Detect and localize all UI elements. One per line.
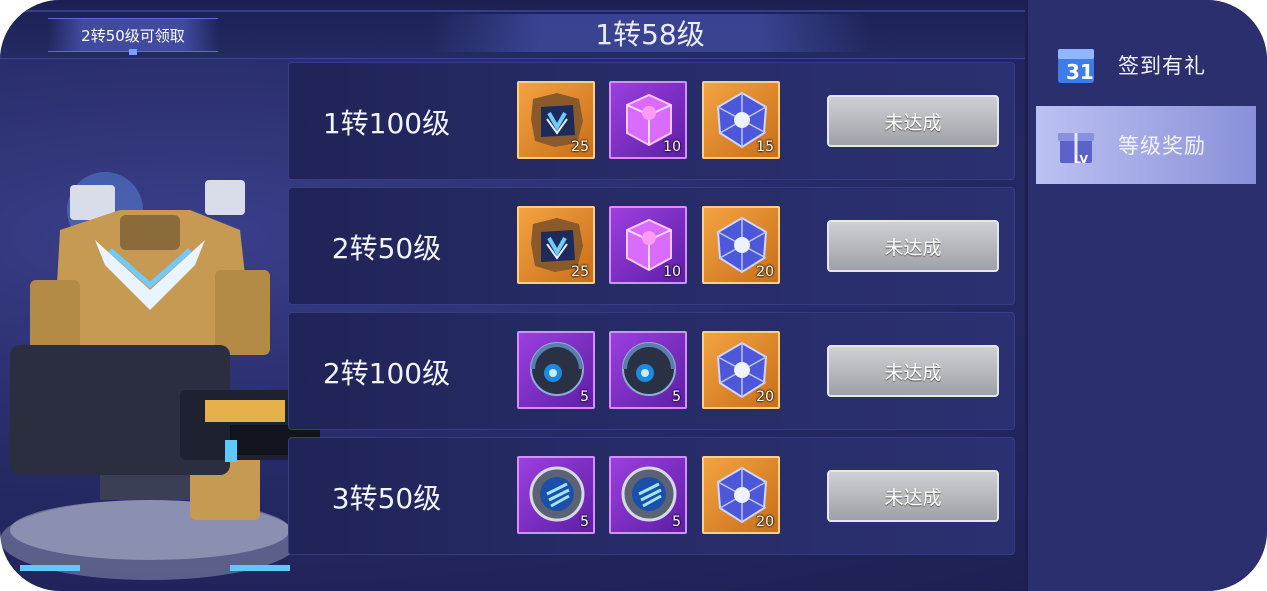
reward-item-slot[interactable]: 20 [702,206,780,284]
calendar-gift-icon: 31 [1058,49,1094,84]
tech-sphere-icon [622,342,676,396]
tech-sphere-icon [530,342,584,396]
reward-list[interactable]: 1转100级 25 10 15 未达成 2转50级 25 10 20 未达成 2转100级 5 5 20 未… [288,62,1015,591]
side-menu-item[interactable]: 31 签到有礼 [1036,26,1256,104]
top-bar: 2转50级可领取 1转58级 [0,0,1025,59]
item-quantity: 25 [571,139,589,155]
level-gift-icon: LV [1058,133,1094,166]
claim-status-button[interactable]: 未达成 [827,220,999,272]
item-quantity: 5 [580,514,589,530]
svg-text:LV: LV [1074,153,1088,166]
reward-level-label: 1转100级 [322,107,451,140]
reward-item-slot[interactable]: 5 [609,456,687,534]
energy-core-icon [621,466,677,522]
top-divider [0,10,1025,12]
reward-item-slot[interactable]: 20 [702,456,780,534]
item-quantity: 5 [672,514,681,530]
item-quantity: 15 [756,139,774,155]
reward-item-slot[interactable]: 15 [702,81,780,159]
item-quantity: 25 [571,264,589,280]
reward-item-slot[interactable]: 5 [517,456,595,534]
item-quantity: 20 [756,514,774,530]
reward-level-label: 2转50级 [331,232,442,265]
reward-item-slot[interactable]: 25 [517,206,595,284]
claim-status-button[interactable]: 未达成 [827,470,999,522]
item-quantity: 20 [756,389,774,405]
game-window: 2转50级可领取 1转58级 1转100级 25 10 15 未达成 2转50级 25 10 2… [0,0,1267,591]
reward-item-slot[interactable]: 25 [517,81,595,159]
side-menu: 31 签到有礼 LV 等级奖励 [1025,0,1267,591]
item-quantity: 20 [756,264,774,280]
current-level-banner: 1转58级 [430,14,870,52]
reward-item-slot[interactable]: 10 [609,206,687,284]
reward-row: 1转100级 25 10 15 未达成 [288,62,1015,180]
reward-row: 2转100级 5 5 20 未达成 [288,312,1015,430]
item-quantity: 10 [663,264,681,280]
reward-item-slot[interactable]: 5 [517,331,595,409]
item-quantity: 10 [663,139,681,155]
claimable-level-tab[interactable]: 2转50级可领取 [48,18,218,55]
reward-row: 2转50级 25 10 20 未达成 [288,187,1015,305]
svg-text:31: 31 [1066,60,1094,84]
item-quantity: 5 [580,389,589,405]
side-menu-item[interactable]: LV 等级奖励 [1036,106,1256,184]
side-menu-label: 等级奖励 [1118,134,1206,158]
reward-row: 3转50级 5 5 20 未达成 [288,437,1015,555]
side-menu-label: 签到有礼 [1118,54,1206,78]
claim-status-button[interactable]: 未达成 [827,345,999,397]
reward-item-slot[interactable]: 5 [609,331,687,409]
tab-indicator [129,49,137,55]
reward-level-label: 3转50级 [331,482,442,515]
claimable-level-label: 2转50级可领取 [81,26,185,45]
reward-item-slot[interactable]: 20 [702,331,780,409]
claim-status-button[interactable]: 未达成 [827,95,999,147]
reward-level-label: 2转100级 [322,357,451,390]
energy-core-icon [529,466,585,522]
item-quantity: 5 [672,389,681,405]
mech-robot-illustration [0,172,320,580]
current-level-text: 1转58级 [595,18,705,51]
reward-item-slot[interactable]: 10 [609,81,687,159]
